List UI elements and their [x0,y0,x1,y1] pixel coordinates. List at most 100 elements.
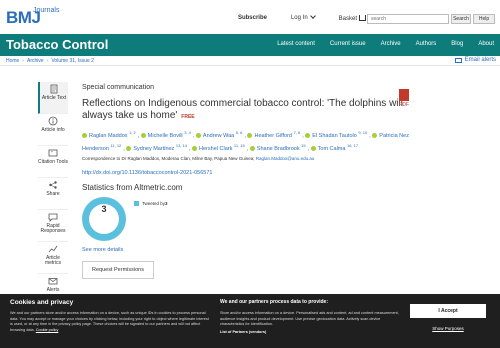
author-name: Raglan Maddox [89,132,128,139]
orcid-icon[interactable] [249,145,255,151]
nav-authors[interactable]: Authors [416,41,437,47]
mail-icon [454,57,462,63]
rail-article-metrics[interactable]: Article metrics [38,242,68,274]
orcid-icon[interactable] [195,132,201,138]
altmetric-tweeted: Tweeted by 3 [134,200,168,206]
breadcrumb-home[interactable]: Home [6,58,19,64]
altmetric-title: Statistics from Altmetric.com [82,182,183,192]
subscribe-link[interactable]: Subscribe [238,15,267,21]
author-affiliation: 13, 14 [175,142,187,148]
login-link[interactable]: Log In [279,13,316,21]
tweeted-prefix: Tweeted by [142,200,166,206]
cookie-mid-text: Store and/or access information on a dev… [220,311,399,326]
rail-article-text[interactable]: Article Text [38,82,68,114]
rail-label: Article info [41,127,65,133]
author-name: Sydney Martinez [133,145,175,152]
author-item[interactable]: Sydney Martinez 13, 14 [126,142,189,152]
show-purposes-link[interactable]: Show Purposes [410,326,486,331]
author-item[interactable]: Tom Calma 16, 17 [310,143,360,152]
rail-label: Rapid Responses [40,223,66,234]
article-title-text: Reflections on Indigenous commercial tob… [82,98,403,121]
orcid-icon[interactable] [247,132,253,138]
orcid-icon[interactable] [126,145,132,151]
chart-icon [48,245,58,253]
journal-title[interactable]: Tobacco Control [6,37,108,52]
nav-about[interactable]: About [478,41,494,47]
author-item[interactable]: El Shadan Tautolo 9, 10 [305,130,369,139]
nav-archive[interactable]: Archive [381,41,401,47]
twitter-swatch [134,200,139,206]
correspondence-text: Correspondence to Dr Raglan Maddox, Mode… [82,155,256,161]
bmj-logo[interactable]: BMJ Journals [6,6,59,28]
orcid-icon[interactable] [372,132,378,138]
journal-banner: Tobacco Control Latest content Current i… [0,34,500,56]
altmetric-widget[interactable]: 3 Tweeted by 3 [82,196,422,243]
author-affiliation: 11, 12 [110,142,122,148]
nav-blog[interactable]: Blog [451,41,463,47]
document-icon [50,84,58,94]
breadcrumb-issue[interactable]: Volume 31, Issue 2 [51,58,94,64]
free-badge: FREE [181,114,195,120]
orcid-icon[interactable] [310,145,316,151]
share-icon [49,181,57,189]
email-alerts-link[interactable]: Email alerts [454,57,496,63]
author-item[interactable]: Andrew Waa 5, 6 [195,130,244,139]
rail-label: Alerts [46,287,60,293]
nav-current-issue[interactable]: Current issue [330,41,366,47]
chat-icon [48,213,58,222]
altmetric-donut[interactable]: 3 [82,196,126,241]
rail-article-info[interactable]: Article info [38,114,68,146]
tweeted-count: 3 [165,200,168,206]
help-button[interactable]: Help [473,14,495,24]
correspondence-email[interactable]: Raglan.Maddox@anu.edu.au [256,156,315,161]
author-item[interactable]: Michelle Bovill 3, 4 [140,130,193,139]
journal-nav: Latest content Current issue Archive Aut… [262,41,494,47]
request-permissions-button[interactable]: Request Permissions [82,260,154,279]
quote-icon: “ [48,149,58,157]
doi-link[interactable]: http://dx.doi.org/10.1136/tobaccocontrol… [82,170,422,176]
author-item[interactable]: Raglan Maddox 1, 2 [82,130,138,139]
pdf-download[interactable]: PDF [397,89,411,108]
rail-rapid-responses[interactable]: Rapid Responses [38,210,68,242]
author-item[interactable]: Shane Bradbrook 15 [249,142,308,152]
orcid-icon[interactable] [305,132,311,138]
mail-icon [48,278,58,285]
author-item[interactable]: Hershel Clark 11, 15 [192,142,247,152]
search-button[interactable]: Search [451,14,471,24]
orcid-icon[interactable] [140,132,146,138]
see-more-details-link[interactable]: See more details [82,247,422,253]
header-divider [0,65,500,66]
author-name: Tom Calma [317,145,346,152]
cookie-mid-title: We and our partners process data to prov… [220,299,328,305]
rail-label: Citation Tools [38,159,68,165]
author-affiliation: 5, 6 [235,130,243,135]
cookie-policy-link[interactable]: Cookie policy [36,328,59,332]
login-label: Log In [290,15,308,21]
article-title: Reflections on Indigenous commercial tob… [82,98,422,122]
correspondence: Correspondence to Dr Raglan Maddox, Mode… [82,156,422,161]
partners-link[interactable]: List of Partners (vendors) [220,330,400,334]
orcid-icon[interactable] [82,132,87,138]
author-affiliation: 3, 4 [184,130,191,135]
basket-link[interactable]: Basket [327,14,366,22]
article-side-rail: Article Text Article info “ Citation Too… [38,82,68,306]
pdf-label: PDF [399,102,409,108]
author-item[interactable]: Heather Gifford 7, 8 [247,130,302,139]
author-affiliation: 1, 2 [129,130,136,135]
rail-label: Article Text [41,95,67,101]
author-affiliation: 11, 15 [233,142,245,148]
cookie-info: Cookies and privacy We and our partners … [10,299,210,333]
article-header: Special communication Reflections on Ind… [82,84,422,279]
author-affiliation: 15 [301,142,306,148]
cookie-purposes: We and our partners process data to prov… [220,299,400,334]
rail-label: Share [46,191,60,197]
rail-share[interactable]: Share [38,178,68,210]
nav-latest-content[interactable]: Latest content [277,41,315,47]
rail-citation-tools[interactable]: “ Citation Tools [38,146,68,178]
article-type: Special communication [82,84,154,91]
search-input[interactable] [367,14,449,24]
breadcrumb-archive[interactable]: Archive [27,58,44,64]
author-name: Shane Bradbrook [256,145,300,152]
accept-cookies-button[interactable]: I Accept [410,304,486,318]
orcid-icon[interactable] [192,145,198,151]
